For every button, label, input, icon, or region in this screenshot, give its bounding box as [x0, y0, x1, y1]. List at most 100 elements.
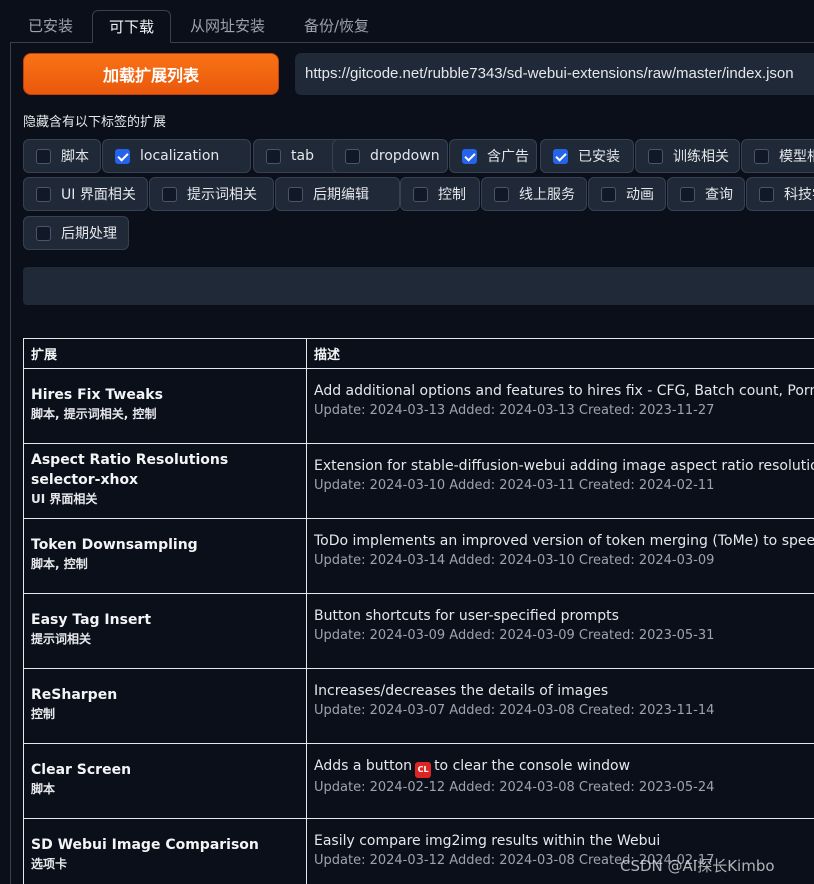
- extension-tags: UI 界面相关: [31, 492, 98, 506]
- extension-name-link[interactable]: Hires Fix Tweaks: [31, 385, 299, 405]
- load-extension-list-button[interactable]: 加载扩展列表: [23, 53, 279, 95]
- description-cell: Add additional options and features to h…: [306, 368, 814, 444]
- tag-label: 后期编辑: [313, 187, 369, 203]
- table-row: Aspect Ratio Resolutions selector-xhox UI…: [23, 443, 814, 519]
- tab-bar: 已安装 可下载 从网址安装 备份/恢复: [0, 0, 814, 44]
- tag-filter-6[interactable]: 训练相关: [635, 139, 740, 173]
- tag-filter-7[interactable]: 模型相关: [741, 139, 814, 173]
- extension-name-link[interactable]: Token Downsampling: [31, 535, 299, 555]
- extension-name-link[interactable]: Clear Screen: [31, 760, 299, 780]
- tag-checkbox[interactable]: [680, 186, 695, 202]
- extension-tags: 脚本: [31, 782, 56, 796]
- tag-label: 已安装: [578, 149, 620, 165]
- extension-cell: Aspect Ratio Resolutions selector-xhox UI…: [23, 443, 307, 519]
- tag-checkbox[interactable]: [648, 148, 663, 164]
- tag-checkbox[interactable]: [36, 148, 51, 164]
- tag-filter-10[interactable]: 后期编辑: [275, 177, 400, 211]
- tag-label: 脚本: [61, 149, 89, 165]
- extension-dates: Update: 2024-03-09 Added: 2024-03-09 Cre…: [314, 628, 715, 643]
- table-row: ReSharpen 控制 Increases/decreases the detai…: [23, 668, 814, 744]
- tag-checkbox[interactable]: [36, 186, 51, 202]
- column-header-extension[interactable]: 扩展: [23, 338, 307, 369]
- tag-checkbox[interactable]: [36, 225, 51, 241]
- tag-checkbox[interactable]: [601, 186, 616, 202]
- tag-label: 模型相关: [779, 149, 814, 165]
- tag-checkbox[interactable]: [462, 148, 477, 164]
- extension-cell: Easy Tag Insert 提示词相关: [23, 593, 307, 669]
- tag-checkbox[interactable]: [115, 148, 130, 164]
- tag-filter-0[interactable]: 脚本: [23, 139, 101, 173]
- desc-text-before: Adds a button: [314, 758, 413, 774]
- extension-dates: Update: 2024-03-13 Added: 2024-03-13 Cre…: [314, 403, 715, 418]
- extension-name-link[interactable]: Aspect Ratio Resolutions selector-xhox: [31, 450, 299, 490]
- tab-installed[interactable]: 已安装: [12, 10, 89, 43]
- tag-filter-2[interactable]: tab: [253, 139, 341, 173]
- extension-dates: Update: 2024-03-10 Added: 2024-03-11 Cre…: [314, 478, 715, 493]
- extension-cell: Token Downsampling 脚本, 控制: [23, 518, 307, 594]
- extensions-page: 已安装 可下载 从网址安装 备份/恢复 加载扩展列表 隐藏含有以下标签的扩展 脚…: [0, 0, 814, 884]
- extension-description: Button shortcuts for user-specified prom…: [314, 608, 619, 624]
- tag-checkbox[interactable]: [162, 186, 177, 202]
- tag-checkbox[interactable]: [413, 186, 428, 202]
- tag-filter-14[interactable]: 查询: [667, 177, 745, 211]
- tag-label: 后期处理: [61, 226, 117, 242]
- extension-description: Easily compare img2img results within th…: [314, 833, 661, 849]
- tab-backup-restore[interactable]: 备份/恢复: [288, 10, 385, 43]
- tag-filter-5[interactable]: 已安装: [540, 139, 634, 173]
- tag-filter-4[interactable]: 含广告: [449, 139, 537, 173]
- tag-checkbox[interactable]: [345, 148, 360, 164]
- extension-description: Add additional options and features to h…: [314, 383, 814, 399]
- tag-label: 科技学术: [784, 187, 814, 203]
- extension-index-url-input[interactable]: [295, 53, 814, 95]
- hide-tags-label: 隐藏含有以下标签的扩展: [23, 115, 167, 130]
- table-row: Easy Tag Insert 提示词相关 Button shortcuts for…: [23, 593, 814, 669]
- tag-checkbox[interactable]: [266, 148, 281, 164]
- extension-cell: SD Webui Image Comparison 选项卡: [23, 818, 307, 884]
- description-cell: ToDo implements an improved version of t…: [306, 518, 814, 594]
- extension-dates: Update: 2024-02-12 Added: 2024-03-08 Cre…: [314, 780, 715, 795]
- table-header-row: 扩展 描述: [23, 338, 814, 369]
- tag-checkbox[interactable]: [759, 186, 774, 202]
- tag-label: 训练相关: [673, 149, 729, 165]
- tag-label: localization: [140, 148, 220, 164]
- tag-filter-11[interactable]: 控制: [400, 177, 480, 211]
- table-row: Hires Fix Tweaks 脚本, 提示词相关, 控制 Add additio…: [23, 368, 814, 444]
- description-cell: Adds a button CL to clear the console wind…: [306, 743, 814, 819]
- tag-checkbox[interactable]: [494, 186, 509, 202]
- table-row: Token Downsampling 脚本, 控制 ToDo implements …: [23, 518, 814, 594]
- extension-cell: ReSharpen 控制: [23, 668, 307, 744]
- tag-label: 控制: [438, 187, 466, 203]
- tag-label: tab: [291, 148, 314, 164]
- tab-available[interactable]: 可下载: [92, 10, 172, 43]
- tag-filter-8[interactable]: UI 界面相关: [23, 177, 148, 211]
- column-header-description[interactable]: 描述: [306, 338, 814, 369]
- extension-cell: Clear Screen 脚本: [23, 743, 307, 819]
- tag-label: 查询: [705, 187, 733, 203]
- tag-filter-12[interactable]: 线上服务: [481, 177, 587, 211]
- tag-label: 提示词相关: [187, 187, 257, 203]
- extensions-table: 扩展 描述 Hires Fix Tweaks 脚本, 提示词相关, 控制 Add a…: [23, 338, 814, 884]
- tag-filter-3[interactable]: dropdown: [332, 139, 448, 173]
- tag-filter-15[interactable]: 科技学术: [746, 177, 814, 211]
- tag-checkbox[interactable]: [553, 148, 568, 164]
- extension-tags: 脚本, 控制: [31, 557, 88, 571]
- tag-checkbox[interactable]: [288, 186, 303, 202]
- desc-text-after: to clear the console window: [434, 758, 631, 774]
- extension-dates: Update: 2024-03-14 Added: 2024-03-10 Cre…: [314, 553, 715, 568]
- tag-filter-13[interactable]: 动画: [588, 177, 666, 211]
- tag-checkbox[interactable]: [754, 148, 769, 164]
- tag-label: UI 界面相关: [61, 187, 136, 203]
- extension-name-link[interactable]: ReSharpen: [31, 685, 299, 705]
- tag-filter-9[interactable]: 提示词相关: [149, 177, 274, 211]
- tab-install-from-url[interactable]: 从网址安装: [174, 10, 281, 43]
- tag-filter-16[interactable]: 后期处理: [23, 216, 129, 250]
- tag-label: dropdown: [370, 148, 440, 164]
- extension-tags: 脚本, 提示词相关, 控制: [31, 407, 157, 421]
- table-row: Clear Screen 脚本 Adds a button CL to clear th…: [23, 743, 814, 819]
- extension-name-link[interactable]: Easy Tag Insert: [31, 610, 299, 630]
- description-cell: Extension for stable-diffusion-webui add…: [306, 443, 814, 519]
- extension-name-link[interactable]: SD Webui Image Comparison: [31, 835, 299, 855]
- tag-filter-1[interactable]: localization: [102, 139, 251, 173]
- search-input[interactable]: [23, 267, 814, 305]
- csdn-watermark: CSDN @AI探长Kimbo: [620, 857, 775, 875]
